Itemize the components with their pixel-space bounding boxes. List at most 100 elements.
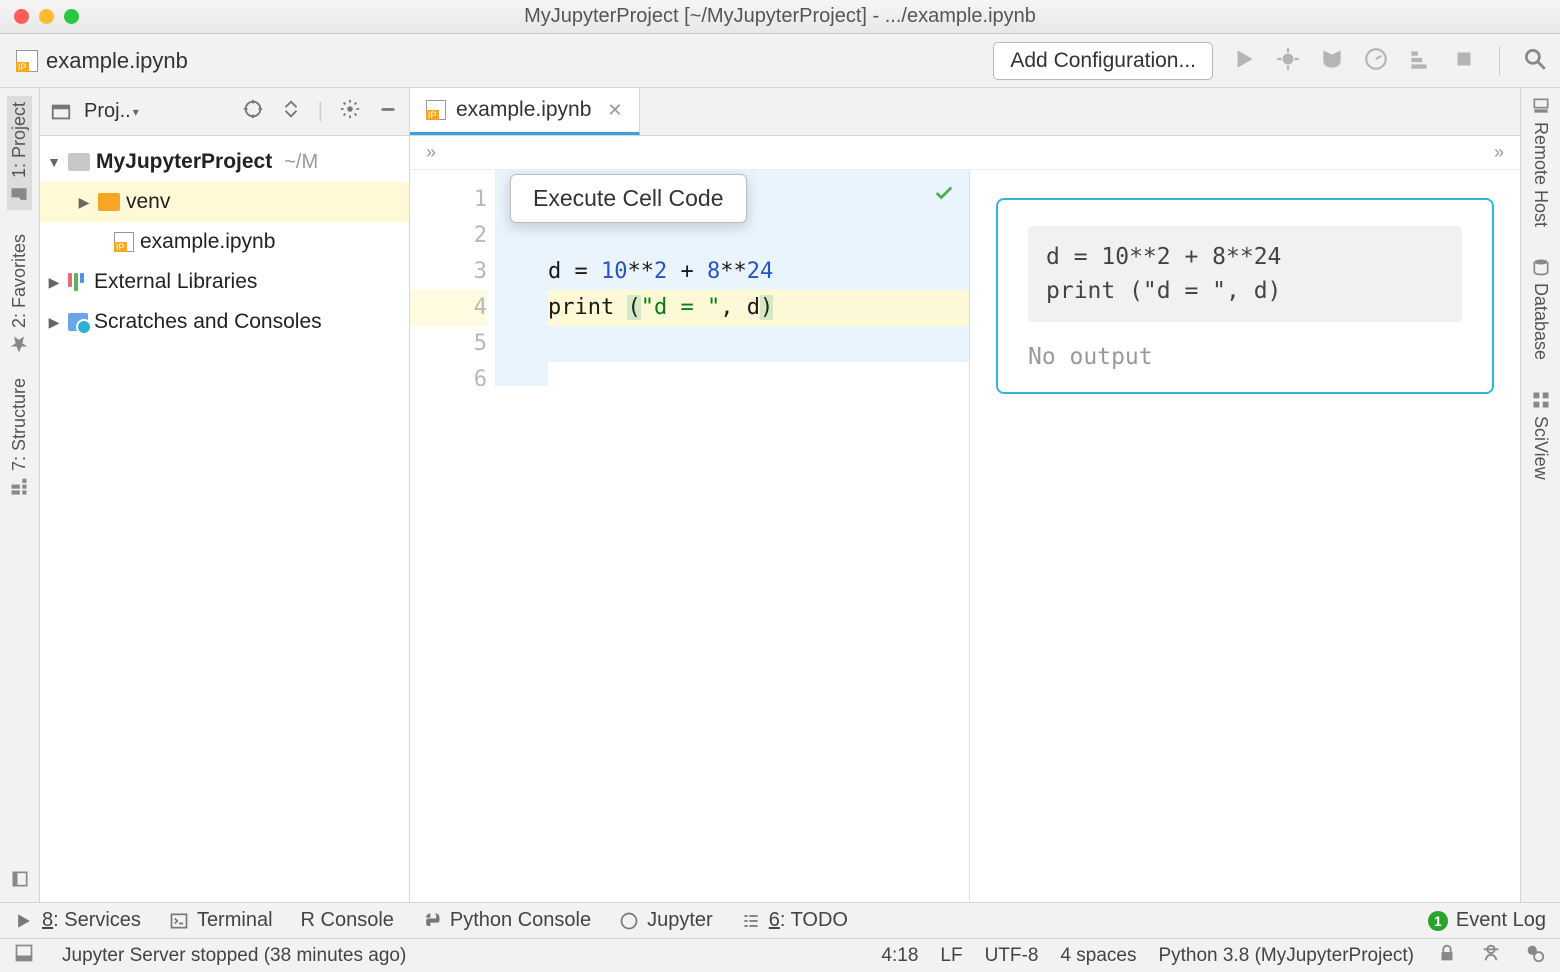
execute-cell-tooltip: Execute Cell Code <box>510 174 747 223</box>
code-editor-pane[interactable]: 1 2 3 4 5 6 d = 10**2 + 8**24 print ("d … <box>410 170 970 902</box>
tool-python-console[interactable]: Python Console <box>422 909 591 932</box>
project-tool-window: Proj..▾ | ▼ MyJupyterProject ~/M ▶ venv <box>40 88 410 902</box>
code-body[interactable]: d = 10**2 + 8**24 print ("d = ", d) <box>496 170 969 902</box>
tool-window-toggle-icon[interactable] <box>10 869 30 892</box>
hide-panel-icon[interactable] <box>377 98 399 126</box>
indent-setting[interactable]: 4 spaces <box>1060 945 1136 967</box>
python-icon <box>422 911 442 931</box>
gutter-line-5[interactable]: 5 <box>410 326 487 362</box>
tool-r-console[interactable]: R Console <box>301 909 394 932</box>
tool-window-database[interactable]: Database <box>1530 257 1551 360</box>
code-line-3: d = 10**2 + 8**24 <box>548 254 969 290</box>
close-window-icon[interactable] <box>14 9 29 24</box>
tool-r-console-label: R Console <box>301 909 394 932</box>
project-panel-header: Proj..▾ | <box>40 88 409 136</box>
close-tab-icon[interactable]: ✕ <box>607 100 622 121</box>
tree-ext-libs-label: External Libraries <box>94 270 257 294</box>
folder-icon <box>68 153 90 171</box>
event-log-label: Event Log <box>1456 909 1546 932</box>
code-line-2 <box>548 218 969 254</box>
project-tree[interactable]: ▼ MyJupyterProject ~/M ▶ venv example.ip… <box>40 136 409 348</box>
stop-icon[interactable] <box>1451 46 1477 75</box>
tool-window-sciview-label: SciView <box>1530 416 1551 480</box>
services-icon <box>14 911 34 931</box>
project-view-selector[interactable]: Proj..▾ <box>84 100 139 123</box>
maximize-window-icon[interactable] <box>64 9 79 24</box>
structure-icon <box>10 477 30 497</box>
tool-jupyter-label: Jupyter <box>647 909 713 932</box>
tool-todo[interactable]: 6: TODO <box>741 909 848 932</box>
navigation-bar-file-label: example.ipynb <box>46 48 188 74</box>
file-encoding[interactable]: UTF-8 <box>985 945 1039 967</box>
tree-notebook-file[interactable]: example.ipynb <box>40 222 409 262</box>
profile-icon[interactable] <box>1363 46 1389 75</box>
preview-no-output: No output <box>1028 344 1462 370</box>
caret-position[interactable]: 4:18 <box>881 945 918 967</box>
toolbar-separator: | <box>318 100 323 123</box>
editor-tab-label: example.ipynb <box>456 98 591 122</box>
lock-icon[interactable] <box>1436 942 1458 970</box>
breadcrumb-right[interactable]: » <box>1494 142 1504 163</box>
code-line-5 <box>548 326 969 362</box>
python-interpreter[interactable]: Python 3.8 (MyJupyterProject) <box>1158 945 1414 967</box>
gutter-line-4[interactable]: 4 <box>410 290 487 326</box>
add-configuration-button[interactable]: Add Configuration... <box>993 42 1213 80</box>
bottom-tool-strip: 8: Services Terminal R Console Python Co… <box>0 902 1560 938</box>
gutter-line-3[interactable]: 3 <box>410 254 487 290</box>
folder-icon <box>98 193 120 211</box>
database-icon <box>1531 257 1551 277</box>
project-view-icon <box>50 101 72 123</box>
libraries-icon <box>68 273 88 291</box>
coverage-icon[interactable] <box>1319 46 1345 75</box>
breadcrumb-bar: » » <box>410 136 1520 170</box>
inspector-icon[interactable] <box>1480 942 1502 970</box>
breadcrumb-left[interactable]: » <box>426 142 436 163</box>
expand-all-icon[interactable] <box>280 98 302 126</box>
scratches-icon <box>68 313 88 331</box>
status-bar-toggle-icon[interactable] <box>14 943 34 969</box>
code-line-4: print ("d = ", d) <box>548 290 969 326</box>
minimize-window-icon[interactable] <box>39 9 54 24</box>
top-toolbar: example.ipynb Add Configuration... <box>0 34 1560 88</box>
status-message: Jupyter Server stopped (38 minutes ago) <box>62 945 406 967</box>
tool-window-sciview[interactable]: SciView <box>1530 390 1551 480</box>
run-icon[interactable] <box>1231 46 1257 75</box>
gutter-line-1[interactable]: 1 <box>410 182 487 218</box>
right-tool-rail: Remote Host Database SciView <box>1520 88 1560 902</box>
gutter-line-2[interactable]: 2 <box>410 218 487 254</box>
tree-scratches[interactable]: ▶ Scratches and Consoles <box>40 302 409 342</box>
preview-cell[interactable]: d = 10**2 + 8**24 print ("d = ", d) No o… <box>996 198 1494 394</box>
tool-jupyter[interactable]: Jupyter <box>619 909 713 932</box>
toolbar-separator <box>1499 46 1500 76</box>
notebook-file-icon <box>426 100 446 120</box>
tree-root[interactable]: ▼ MyJupyterProject ~/M <box>40 142 409 182</box>
locate-icon[interactable] <box>242 98 264 126</box>
inspection-ok-icon[interactable] <box>933 180 955 202</box>
tool-terminal-label: Terminal <box>197 909 273 932</box>
tool-window-structure[interactable]: 7: Structure <box>9 378 30 497</box>
settings-icon[interactable] <box>339 98 361 126</box>
concurrency-icon[interactable] <box>1407 46 1433 75</box>
tool-window-favorites-label: 2: Favorites <box>9 234 30 328</box>
debug-icon[interactable] <box>1275 46 1301 75</box>
event-log[interactable]: 1 Event Log <box>1428 909 1546 932</box>
tree-venv[interactable]: ▶ venv <box>40 182 409 222</box>
tree-external-libraries[interactable]: ▶ External Libraries <box>40 262 409 302</box>
tool-python-console-label: Python Console <box>450 909 591 932</box>
window-title: MyJupyterProject [~/MyJupyterProject] - … <box>0 5 1560 28</box>
navigation-bar-file[interactable]: example.ipynb <box>16 48 188 74</box>
editor-tab-example[interactable]: example.ipynb ✕ <box>410 88 640 135</box>
search-everywhere-icon[interactable] <box>1522 46 1548 75</box>
tool-window-favorites[interactable]: 2: Favorites <box>9 234 30 354</box>
preview-cell-code: d = 10**2 + 8**24 print ("d = ", d) <box>1028 226 1462 322</box>
line-separator[interactable]: LF <box>940 945 962 967</box>
tool-services[interactable]: 8: Services <box>14 909 141 932</box>
editor-area: example.ipynb ✕ » » 1 2 3 4 5 6 <box>410 88 1520 902</box>
tool-window-project[interactable]: 1: Project <box>7 96 32 210</box>
star-icon <box>10 334 30 354</box>
folder-icon <box>10 184 30 204</box>
memory-indicator-icon[interactable] <box>1524 942 1546 970</box>
notebook-file-icon <box>16 50 38 72</box>
tool-window-remote-host[interactable]: Remote Host <box>1530 96 1551 227</box>
tool-terminal[interactable]: Terminal <box>169 909 273 932</box>
